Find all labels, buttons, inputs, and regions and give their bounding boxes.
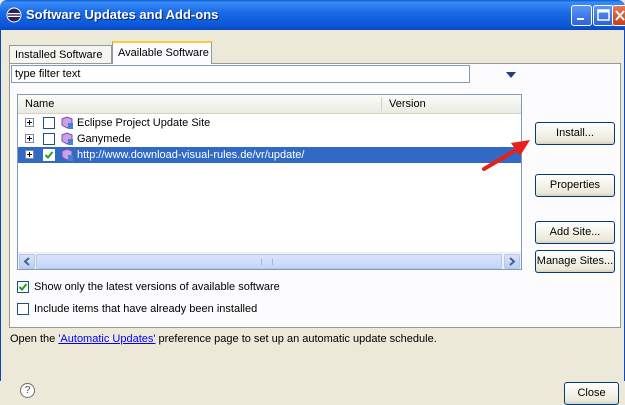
column-header-name[interactable]: Name bbox=[25, 98, 54, 110]
manage-sites-button[interactable]: Manage Sites... bbox=[535, 250, 615, 273]
tree-row-eclipse-project[interactable]: Eclipse Project Update Site bbox=[18, 115, 521, 131]
dialog-body: Installed Software Available Software Na… bbox=[0, 30, 625, 405]
expand-icon[interactable] bbox=[25, 134, 34, 143]
tree-row-ganymede[interactable]: Ganymede bbox=[18, 131, 521, 147]
site-checkbox[interactable] bbox=[43, 117, 55, 129]
update-site-icon bbox=[61, 116, 73, 129]
expand-icon[interactable] bbox=[25, 150, 34, 159]
automatic-updates-info: Open the 'Automatic Updates' preference … bbox=[10, 333, 437, 345]
tree-row-label: Ganymede bbox=[77, 133, 131, 145]
show-latest-label[interactable]: Show only the latest versions of availab… bbox=[34, 281, 280, 293]
update-site-icon bbox=[61, 148, 73, 161]
tab-installed-software[interactable]: Installed Software bbox=[9, 45, 112, 63]
maximize-icon bbox=[597, 9, 610, 21]
minimize-icon bbox=[577, 18, 584, 20]
eclipse-icon bbox=[6, 7, 22, 23]
chevron-down-icon[interactable] bbox=[505, 71, 517, 79]
chevron-right-icon bbox=[509, 257, 516, 266]
available-sites-tree[interactable]: Name Version Eclipse Project Update Site bbox=[17, 94, 522, 270]
properties-button[interactable]: Properties bbox=[535, 174, 615, 197]
site-checkbox[interactable] bbox=[43, 133, 55, 145]
install-button[interactable]: Install... bbox=[535, 122, 615, 145]
tab-available-software[interactable]: Available Software bbox=[112, 41, 212, 64]
scroll-left-button[interactable] bbox=[19, 254, 35, 269]
automatic-updates-link[interactable]: 'Automatic Updates' bbox=[58, 333, 155, 345]
include-installed-checkbox[interactable] bbox=[17, 303, 29, 315]
maximize-button[interactable] bbox=[593, 5, 614, 26]
checkmark-icon bbox=[18, 283, 28, 291]
horizontal-scrollbar[interactable] bbox=[18, 252, 521, 269]
include-installed-label[interactable]: Include items that have already been ins… bbox=[34, 303, 257, 315]
filter-input[interactable] bbox=[11, 65, 470, 83]
scrollbar-thumb[interactable] bbox=[36, 254, 502, 269]
close-button[interactable]: Close bbox=[564, 382, 619, 405]
column-divider[interactable] bbox=[381, 97, 382, 111]
info-suffix: preference page to set up an automatic u… bbox=[155, 333, 437, 345]
scroll-right-button[interactable] bbox=[504, 254, 520, 269]
thumb-grip bbox=[261, 259, 273, 265]
dialog-window: Software Updates and Add-ons Installed S… bbox=[0, 0, 625, 405]
window-close-button[interactable] bbox=[612, 5, 625, 26]
info-prefix: Open the bbox=[10, 333, 59, 345]
tree-row-label: http://www.download-visual-rules.de/vr/u… bbox=[77, 149, 305, 161]
add-site-button[interactable]: Add Site... bbox=[535, 221, 615, 244]
tree-row-label: Eclipse Project Update Site bbox=[77, 117, 211, 129]
close-icon bbox=[615, 10, 625, 21]
minimize-button[interactable] bbox=[571, 5, 592, 26]
tree-header: Name Version bbox=[18, 95, 521, 114]
update-site-icon bbox=[61, 132, 73, 145]
checkmark-icon bbox=[44, 151, 54, 159]
window-title: Software Updates and Add-ons bbox=[26, 7, 219, 22]
show-latest-checkbox[interactable] bbox=[17, 281, 29, 293]
site-checkbox[interactable] bbox=[43, 149, 55, 161]
help-icon[interactable]: ? bbox=[20, 383, 35, 398]
tree-row-visual-rules[interactable]: http://www.download-visual-rules.de/vr/u… bbox=[18, 147, 521, 163]
chevron-left-icon bbox=[23, 257, 30, 266]
expand-icon[interactable] bbox=[25, 118, 34, 127]
column-header-version[interactable]: Version bbox=[389, 98, 426, 110]
red-arrow-annotation bbox=[482, 140, 530, 171]
title-bar[interactable]: Software Updates and Add-ons bbox=[0, 0, 625, 30]
